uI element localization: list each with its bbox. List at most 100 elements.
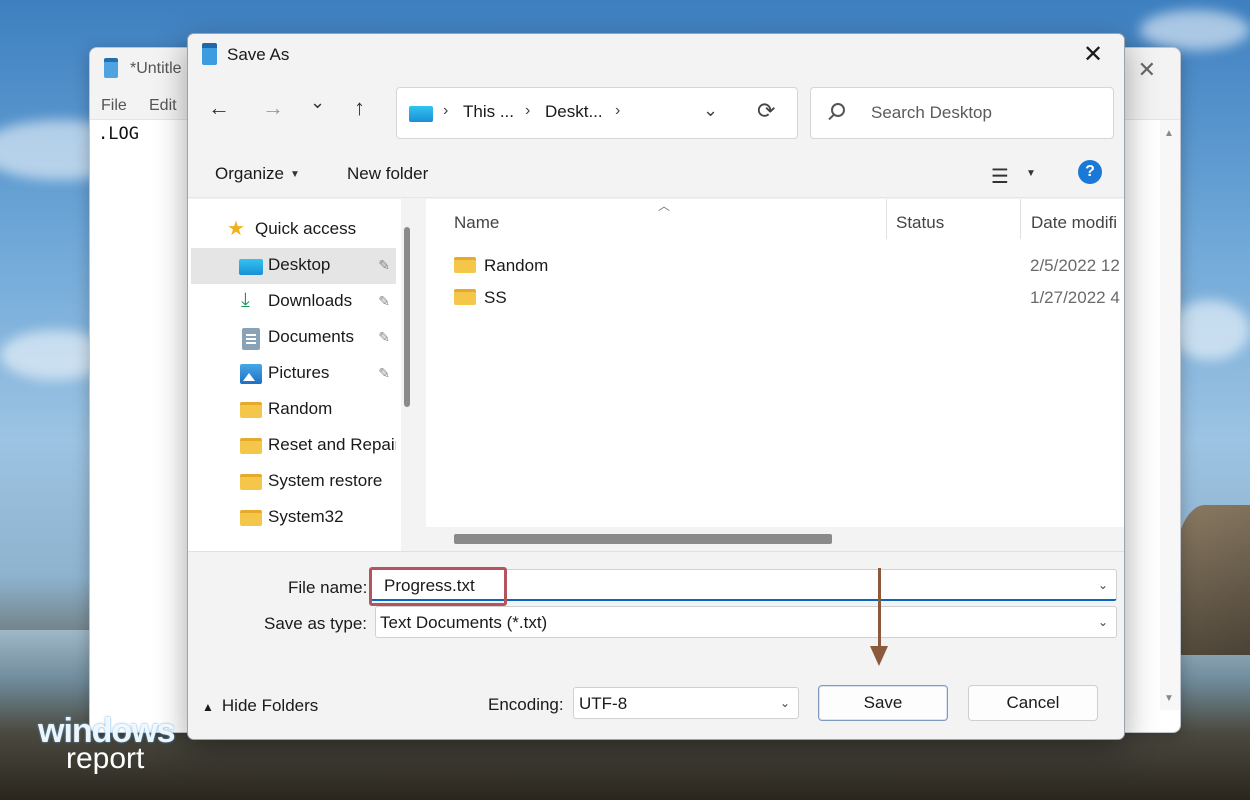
save-button[interactable]: Save [818, 685, 948, 721]
hide-folders-label: Hide Folders [222, 696, 318, 715]
refresh-icon[interactable]: ⟳ [757, 98, 775, 124]
star-icon: ★ [227, 219, 245, 239]
sidebar-item-desktop[interactable]: Desktop ✎ [191, 248, 396, 284]
save-as-type-label: Save as type: [264, 614, 367, 634]
encoding-value: UTF-8 [579, 694, 627, 714]
chevron-down-icon[interactable]: ⌄ [1098, 615, 1108, 629]
cancel-button[interactable]: Cancel [968, 685, 1098, 721]
pin-icon: ✎ [378, 293, 390, 310]
organize-button[interactable]: Organize ▼ [215, 164, 300, 184]
organize-label: Organize [215, 164, 284, 183]
folder-icon [454, 257, 476, 273]
sidebar-item-quick-access[interactable]: ★ Quick access [191, 212, 396, 248]
notepad-icon [202, 43, 217, 65]
encoding-label: Encoding: [488, 695, 564, 715]
column-divider[interactable] [1020, 199, 1021, 239]
view-options-caret-icon[interactable]: ▼ [1026, 168, 1036, 179]
column-divider[interactable] [886, 199, 887, 239]
file-name: Random [484, 256, 548, 276]
column-header-name[interactable]: Name [454, 213, 499, 233]
sidebar-item-documents[interactable]: Documents ✎ [191, 320, 396, 356]
sidebar-item-label: Random [268, 399, 332, 419]
file-list: ︿ Name Status Date modifi Random 2/5/202… [426, 199, 1125, 551]
navigation-pane-scrollbar[interactable] [401, 199, 413, 551]
notepad-close-icon[interactable]: ✕ [1138, 57, 1156, 83]
folder-icon [240, 510, 262, 526]
command-bar: Organize ▼ New folder ☰ ▼ ? [188, 150, 1124, 198]
sidebar-item-pictures[interactable]: Pictures ✎ [191, 356, 396, 392]
search-box[interactable]: Search Desktop [810, 87, 1114, 139]
file-row-random[interactable]: Random 2/5/2022 12 [446, 252, 1106, 282]
pin-icon: ✎ [378, 365, 390, 382]
background-cloud [1170, 300, 1250, 360]
save-as-type-select[interactable]: Text Documents (*.txt) ⌄ [375, 606, 1117, 638]
logo-line-2: report [66, 742, 144, 776]
address-dropdown-icon[interactable]: ⌄ [703, 100, 718, 121]
encoding-select[interactable]: UTF-8 ⌄ [573, 687, 799, 719]
folder-icon [240, 474, 262, 490]
search-input[interactable]: Search Desktop [871, 103, 992, 123]
dialog-title: Save As [227, 45, 289, 65]
forward-arrow-icon[interactable]: → [262, 96, 284, 120]
file-name-label: File name: [288, 578, 367, 598]
document-icon [242, 328, 260, 350]
search-icon [831, 103, 845, 117]
chevron-down-icon[interactable]: ⌄ [1098, 578, 1108, 592]
sidebar-item-system-restore[interactable]: System restore [191, 464, 396, 500]
folder-icon [240, 438, 262, 454]
recent-locations-chevron-icon[interactable]: ⌄ [310, 90, 325, 114]
notepad-menu-edit[interactable]: Edit [149, 97, 177, 115]
scroll-up-icon[interactable]: ▲ [1164, 128, 1174, 139]
close-icon[interactable]: ✕ [1076, 38, 1110, 72]
filename-highlight-box [369, 567, 507, 606]
sidebar-item-label: System32 [268, 507, 344, 527]
breadcrumb-this-pc[interactable]: This ... [463, 102, 514, 122]
scroll-down-icon[interactable]: ▼ [1164, 693, 1174, 704]
sidebar-item-reset-and-repair[interactable]: Reset and Repair [191, 428, 396, 464]
caret-down-icon: ▼ [290, 169, 300, 180]
chevron-up-icon: ▲ [202, 700, 214, 714]
desktop-icon [239, 259, 263, 275]
notepad-content[interactable]: .LOG [98, 124, 139, 144]
sidebar-item-label: Downloads [268, 291, 352, 311]
breadcrumb-separator-icon: › [443, 102, 448, 120]
annotation-arrow-line [878, 568, 881, 650]
view-options-icon[interactable]: ☰ [991, 164, 1009, 189]
address-bar[interactable]: › This ... › Deskt... › ⌄ ⟳ [396, 87, 798, 139]
breadcrumb-separator-icon[interactable]: › [615, 102, 620, 120]
new-folder-button[interactable]: New folder [347, 164, 428, 184]
file-row-ss[interactable]: SS 1/27/2022 4 [446, 284, 1106, 314]
column-header-date-modified[interactable]: Date modifi [1031, 213, 1117, 233]
chevron-down-icon[interactable]: ⌄ [780, 696, 790, 710]
pin-icon: ✎ [378, 257, 390, 274]
navigation-bar: ← → ⌄ ↑ › This ... › Deskt... › ⌄ ⟳ Sear… [188, 76, 1124, 140]
pictures-icon [240, 364, 262, 384]
notepad-title: *Untitle [130, 60, 182, 78]
sidebar-item-random[interactable]: Random [191, 392, 396, 428]
folder-icon [240, 402, 262, 418]
annotation-arrow-head [870, 646, 888, 666]
sidebar-item-label: Pictures [268, 363, 329, 383]
notepad-scrollbar[interactable]: ▲ ▼ [1160, 120, 1180, 710]
scrollbar-thumb[interactable] [404, 227, 410, 407]
file-date: 1/27/2022 4 [1030, 288, 1120, 308]
background-cloud [1140, 10, 1250, 50]
file-date: 2/5/2022 12 [1030, 256, 1120, 276]
scrollbar-thumb[interactable] [454, 534, 832, 544]
file-list-horizontal-scrollbar[interactable] [426, 527, 1125, 551]
sidebar-item-system32[interactable]: System32 [191, 500, 396, 536]
column-header-status[interactable]: Status [896, 213, 944, 233]
sidebar-item-label: System restore [268, 471, 382, 491]
notepad-menu-file[interactable]: File [101, 97, 127, 115]
sidebar-item-label: Desktop [268, 255, 330, 275]
hide-folders-button[interactable]: ▲ Hide Folders [202, 696, 318, 716]
sidebar-item-downloads[interactable]: ⤓ Downloads ✎ [191, 284, 396, 320]
breadcrumb-desktop[interactable]: Deskt... [545, 102, 603, 122]
back-arrow-icon[interactable]: ← [208, 96, 230, 120]
file-name: SS [484, 288, 507, 308]
folder-icon [454, 289, 476, 305]
help-icon[interactable]: ? [1078, 160, 1102, 184]
up-arrow-icon[interactable]: ↑ [354, 96, 365, 120]
notepad-icon [104, 58, 118, 78]
sidebar-item-label: Quick access [255, 219, 356, 239]
